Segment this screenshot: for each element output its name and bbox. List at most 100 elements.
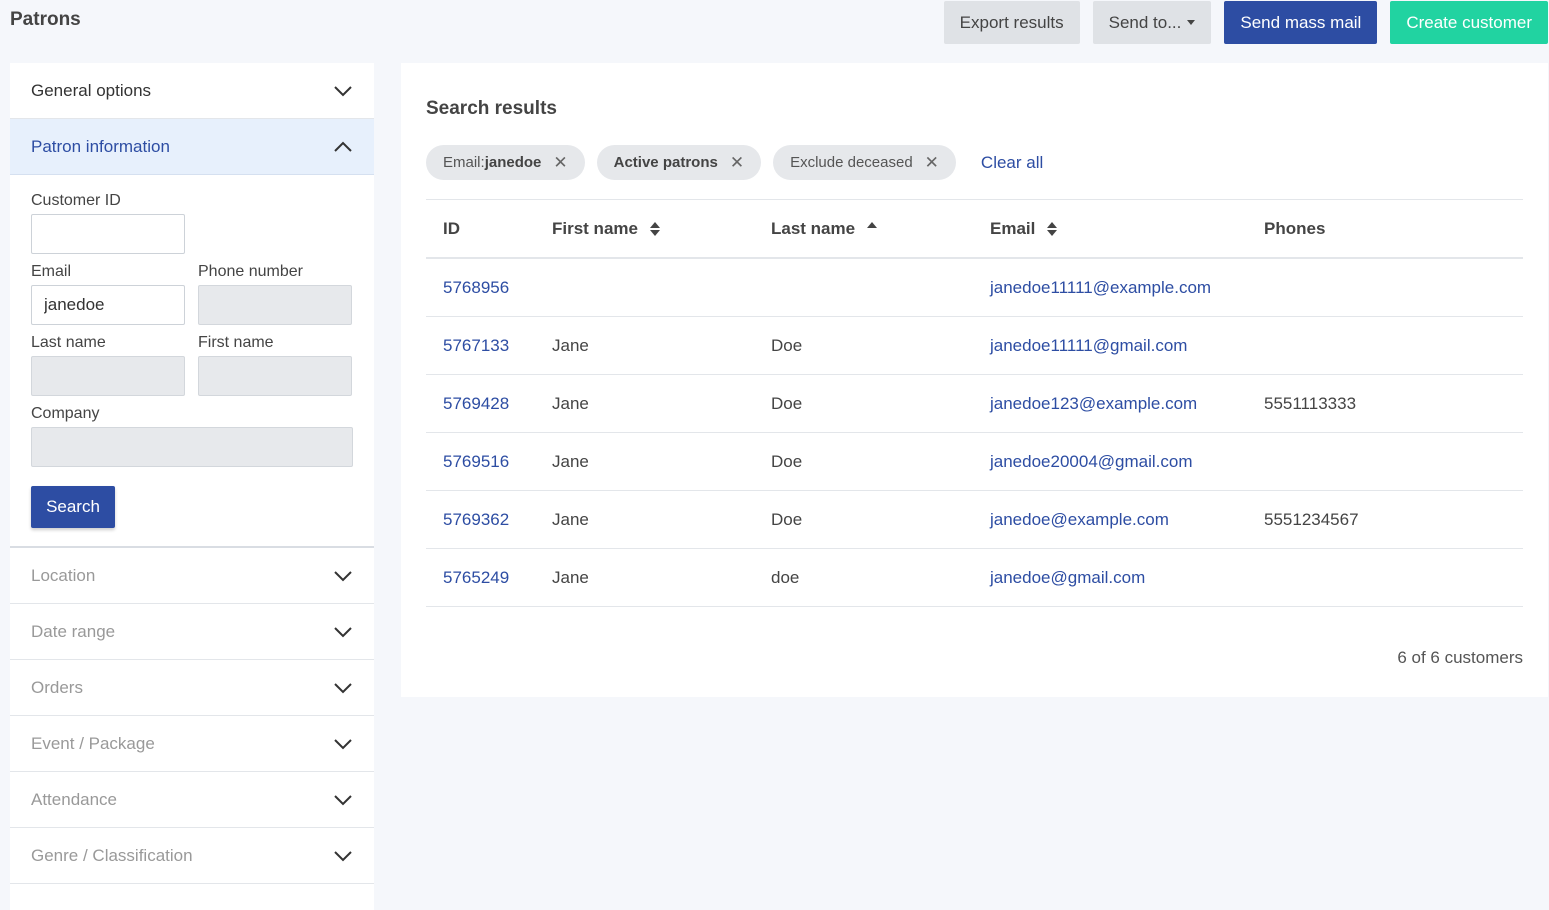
column-label: Last name [771,218,856,238]
filter-sections: Location Date range Orders Event / Package A… [10,548,374,884]
table-row: 5769362 Jane Doe janedoe@example.com 5551234… [426,491,1523,549]
email-link[interactable]: janedoe@gmail.com [990,568,1264,588]
customer-id-link[interactable]: 5765249 [426,568,552,588]
search-button[interactable]: Search [31,486,115,528]
customer-id-link[interactable]: 5769428 [426,394,552,414]
email-link[interactable]: janedoe20004@gmail.com [990,452,1264,472]
accordion-label: Event / Package [31,733,155,753]
filter-sidebar: General options Patron information Custo… [10,63,374,910]
page-title: Patrons [10,9,81,30]
remove-filter-icon[interactable]: ✕ [925,153,939,173]
accordion-section[interactable]: Genre / Classification [10,828,374,884]
column-email[interactable]: Email [990,219,1264,239]
accordion-label: General options [31,80,152,100]
customer-id-link[interactable]: 5768956 [426,278,552,298]
first-name-input[interactable] [198,356,352,396]
chevron-down-icon [334,570,352,581]
phone-cell: 5551113333 [1264,393,1357,413]
accordion-label: Orders [31,677,83,697]
column-id: ID [443,218,460,238]
email-label: Email [31,263,72,280]
company-label: Company [31,405,100,422]
customer-id-link[interactable]: 5769516 [426,452,552,472]
table-row: 5769428 Jane Doe janedoe123@example.com 5551… [426,375,1523,433]
chevron-down-icon [334,850,352,861]
filter-chips: Email: janedoe ✕ Active patrons ✕ Exclude de… [426,145,1043,180]
column-label: First name [552,218,638,238]
first-name-cell: Jane [552,393,589,413]
accordion-section[interactable]: Date range [10,604,374,660]
customer-id-input[interactable] [31,214,185,254]
email-link[interactable]: janedoe11111@example.com [990,278,1264,298]
column-first-name[interactable]: First name [552,219,771,239]
email-input[interactable] [31,285,185,325]
last-name-cell: Doe [771,393,803,413]
column-label: Email [990,218,1036,238]
accordion-label: Date range [31,621,116,641]
export-results-button[interactable]: Export results [943,1,1080,44]
accordion-patron-information[interactable]: Patron information [10,119,374,175]
accordion-section[interactable]: Orders [10,660,374,716]
email-link[interactable]: janedoe123@example.com [990,394,1264,414]
chevron-down-icon [334,794,352,805]
clear-all-link[interactable]: Clear all [981,153,1043,173]
last-name-cell: Doe [771,509,803,529]
table-row: 5769516 Jane Doe janedoe20004@gmail.com [426,433,1523,491]
chevron-down-icon [334,738,352,749]
send-to-dropdown[interactable]: Send to... [1092,1,1212,44]
accordion-label: Location [31,565,96,585]
patron-information-panel: Customer ID Email Phone number Last name… [10,175,374,548]
sort-ascending-icon [866,222,877,229]
accordion-section[interactable]: Location [10,548,374,604]
table-body: 5768956 janedoe11111@example.com 5767133 Ja… [426,259,1523,607]
phone-cell: 5551234567 [1264,509,1359,529]
top-actions: Export results Send to... Send mass mail… [943,1,1548,44]
customer-id-link[interactable]: 5767133 [426,336,552,356]
results-card: Search results Email: janedoe ✕ Active pat… [401,63,1548,697]
accordion-label: Genre / Classification [31,845,193,865]
company-input[interactable] [31,427,353,467]
sort-icon [649,222,660,237]
customer-id-link[interactable]: 5769362 [426,510,552,530]
last-name-input[interactable] [31,356,185,396]
first-name-label: First name [198,334,274,351]
accordion-section[interactable]: Event / Package [10,716,374,772]
first-name-cell: Jane [552,509,589,529]
table-header: ID First name Last name Email Phones [426,200,1523,259]
send-to-label: Send to... [1108,12,1182,32]
chevron-up-icon [334,141,352,152]
remove-filter-icon[interactable]: ✕ [730,153,744,173]
filter-chip: Email: janedoe ✕ [426,145,585,180]
email-link[interactable]: janedoe11111@gmail.com [990,336,1264,356]
phone-number-input[interactable] [198,285,352,325]
last-name-cell: Doe [771,335,803,355]
results-count: 6 of 6 customers [1397,648,1523,667]
filter-chip: Active patrons ✕ [596,145,762,180]
column-last-name[interactable]: Last name [771,219,990,239]
accordion-label: Attendance [31,789,118,809]
chip-prefix: Email: [443,154,485,171]
phone-number-label: Phone number [198,263,303,280]
table-row: 5767133 Jane Doe janedoe11111@gmail.com [426,317,1523,375]
last-name-label: Last name [31,334,106,351]
chevron-down-icon [334,626,352,637]
accordion-section[interactable]: Attendance [10,772,374,828]
accordion-general-options[interactable]: General options [10,63,374,119]
last-name-cell: doe [771,567,800,587]
caret-down-icon [1187,20,1196,25]
sort-icon [1047,222,1058,237]
results-table: ID First name Last name Email Phones 576… [426,199,1523,607]
send-mass-mail-button[interactable]: Send mass mail [1224,1,1378,44]
table-row: 5768956 janedoe11111@example.com [426,259,1523,317]
create-customer-button[interactable]: Create customer [1390,1,1548,44]
first-name-cell: Jane [552,567,589,587]
column-phones: Phones [1264,218,1326,238]
chip-prefix: Exclude deceased [790,154,913,171]
remove-filter-icon[interactable]: ✕ [553,153,567,173]
filter-chip: Exclude deceased ✕ [773,145,956,180]
results-title: Search results [426,98,557,119]
email-link[interactable]: janedoe@example.com [990,510,1264,530]
chevron-down-icon [334,682,352,693]
chip-value: janedoe [484,154,542,171]
first-name-cell: Jane [552,335,589,355]
